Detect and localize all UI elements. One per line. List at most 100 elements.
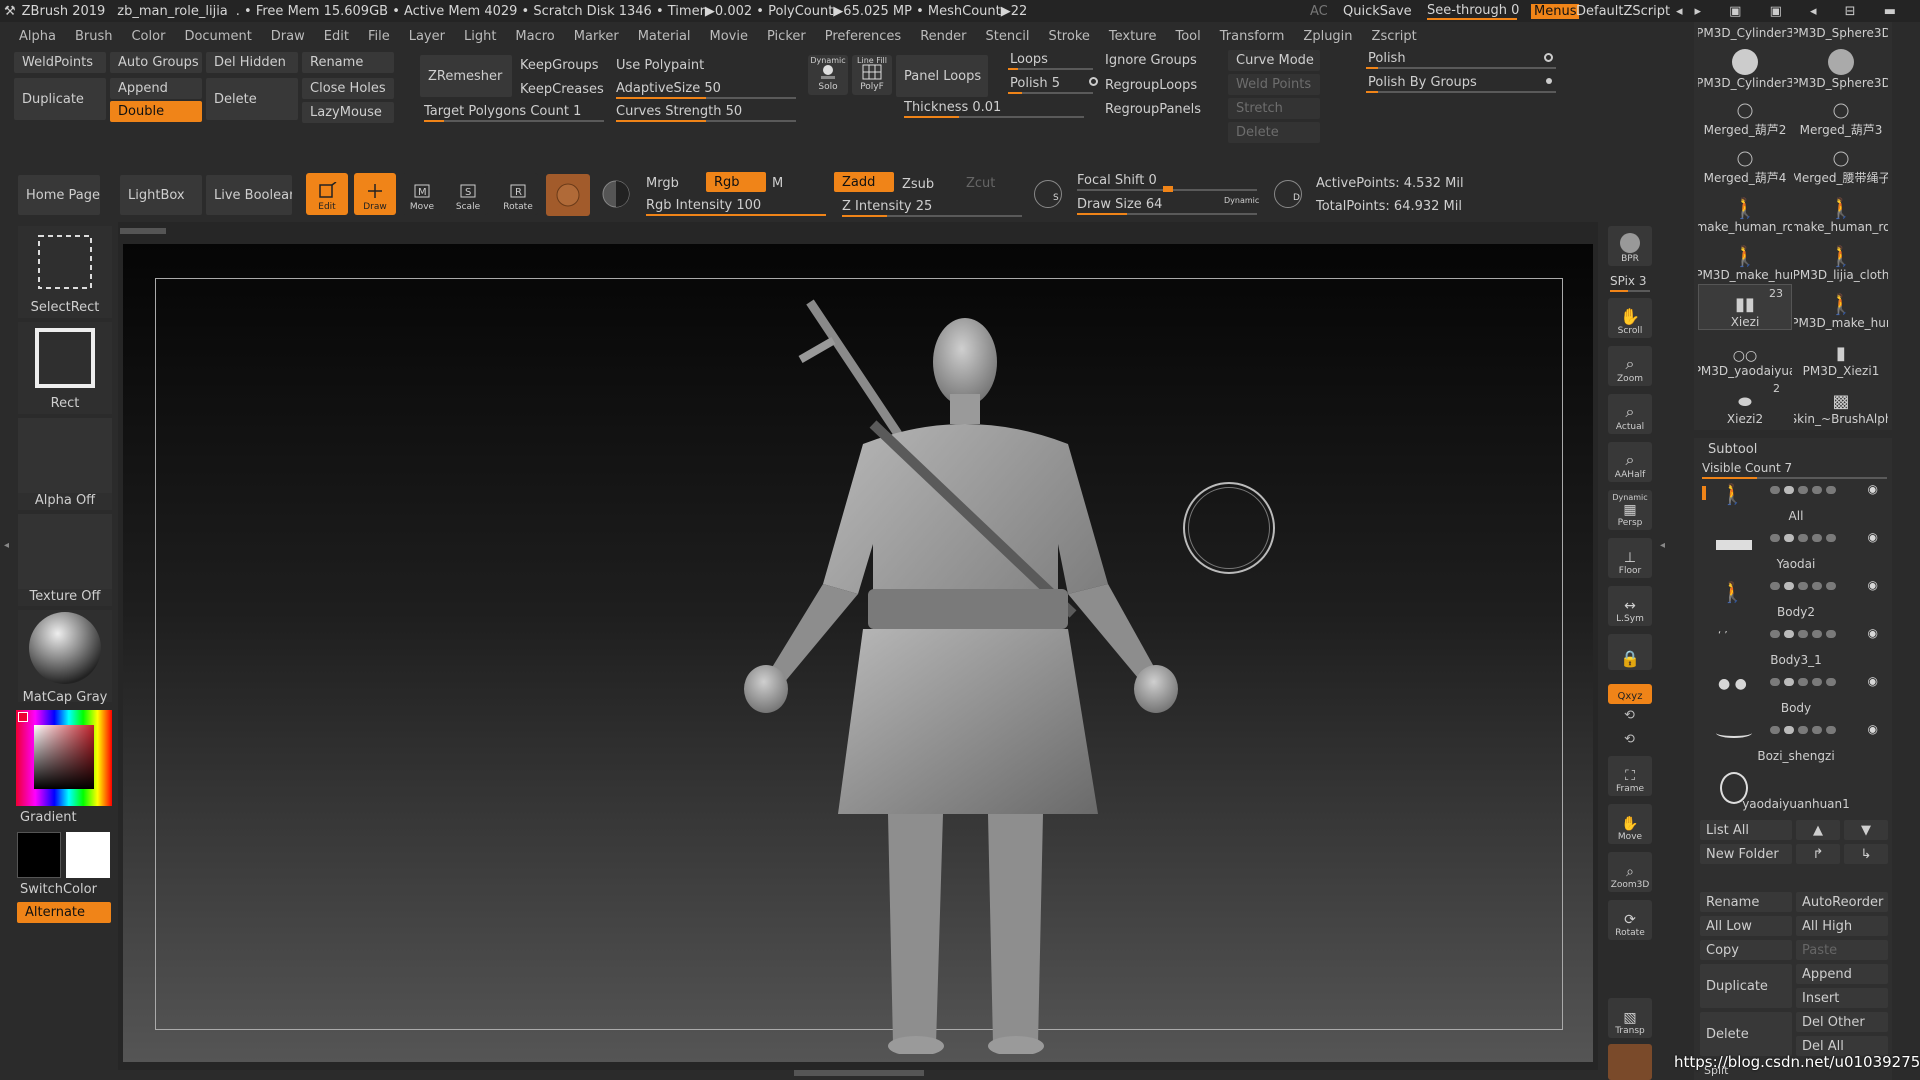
move-up-button[interactable]: ▲ — [1796, 820, 1840, 840]
menu-stencil[interactable]: Stencil — [985, 29, 1029, 44]
alternate-button[interactable]: Alternate — [17, 902, 111, 923]
zremesher-button[interactable]: ZRemesher — [420, 55, 512, 97]
move-view-button[interactable]: ✋ Move — [1608, 804, 1652, 844]
eye-icon[interactable]: ◉ — [1868, 530, 1878, 544]
tool-thumb-pm3d-make-human-b[interactable]: 🚶 PM3D_make_hur — [1794, 284, 1888, 330]
live-boolean-button[interactable]: Live Boolean — [206, 175, 292, 215]
menu-tool[interactable]: Tool — [1175, 29, 1200, 44]
rect-tile[interactable]: Rect — [18, 322, 112, 414]
regroup-loops-toggle[interactable]: RegroupLoops — [1105, 78, 1197, 93]
tool-thumb-make-human-a[interactable]: 🚶 make_human_ro — [1698, 188, 1792, 234]
color-picker[interactable] — [16, 710, 112, 806]
subtool-toggles[interactable] — [1770, 486, 1836, 494]
draw-size-track[interactable] — [1077, 213, 1257, 215]
autoreorder-button[interactable]: AutoReorder — [1796, 892, 1888, 912]
menu-document[interactable]: Document — [184, 29, 251, 44]
close-holes-button[interactable]: Close Holes — [302, 78, 394, 99]
subtool-append-button[interactable]: Append — [1796, 964, 1888, 984]
lightbox-button[interactable]: LightBox — [120, 175, 202, 215]
menu-texture[interactable]: Texture — [1109, 29, 1157, 44]
subtool-row-all[interactable]: 🚶 ◉ All — [1700, 482, 1892, 530]
tool-thumb-make-human-b[interactable]: 🚶 make_human_ro — [1794, 188, 1888, 234]
window-controls[interactable]: ◂▸ ▣ ▣ ◂ ⊟ ▬ ▢ ✕ — [1676, 4, 1920, 19]
new-folder-button[interactable]: New Folder — [1700, 844, 1792, 864]
gradient-label[interactable]: Gradient — [20, 810, 77, 825]
adaptive-size-track[interactable] — [616, 97, 796, 99]
zoom-button[interactable]: ⌕ Zoom — [1608, 346, 1652, 386]
list-all-button[interactable]: List All — [1700, 820, 1792, 840]
paste-button[interactable]: Paste — [1796, 940, 1888, 960]
thickness-slider[interactable]: Thickness 0.01 — [904, 100, 1001, 115]
menu-file[interactable]: File — [368, 29, 390, 44]
curves-strength-slider[interactable]: Curves Strength 50 — [616, 104, 742, 119]
bottom-tray-arrow-icon[interactable] — [794, 1070, 924, 1076]
subtool-row-yaodai[interactable]: ◉ Yaodai — [1700, 530, 1892, 578]
menu-layer[interactable]: Layer — [409, 29, 445, 44]
menu-render[interactable]: Render — [920, 29, 966, 44]
curve-mode-button[interactable]: Curve Mode — [1228, 50, 1320, 71]
subtool-title[interactable]: Subtool — [1708, 442, 1757, 457]
menu-light[interactable]: Light — [464, 29, 496, 44]
tool-thumb-merged-3[interactable]: Merged_葫芦3 — [1794, 92, 1888, 138]
zcut-toggle[interactable]: Zcut — [966, 176, 995, 191]
subtool-delete-button[interactable]: Delete — [1700, 1012, 1792, 1056]
eye-icon[interactable]: ◉ — [1868, 482, 1878, 496]
tool-thumb-sphere3d-b[interactable]: PM3D_Sphere3D — [1794, 44, 1888, 90]
polish-radio-icon[interactable] — [1089, 77, 1098, 86]
z-intensity-slider[interactable]: Z Intensity 25 — [842, 199, 932, 214]
subtool-duplicate-button[interactable]: Duplicate — [1700, 964, 1792, 1008]
right-tray-arrow-icon[interactable]: ◂ — [1660, 540, 1665, 551]
panel-loops-button[interactable]: Panel Loops — [896, 55, 988, 97]
tool-thumb-merged-2[interactable]: Merged_葫芦2 — [1698, 92, 1792, 138]
selectrect-tile[interactable]: SelectRect — [18, 226, 112, 318]
menu-preferences[interactable]: Preferences — [825, 29, 901, 44]
tool-thumb-xiezi[interactable]: ▮▮ Xiezi 23 — [1698, 284, 1792, 330]
matcap-tile[interactable]: MatCap Gray — [18, 610, 112, 705]
folder-move-up-button[interactable]: ↱ — [1796, 844, 1840, 864]
lock-button[interactable]: 🔒 — [1608, 634, 1652, 670]
ignore-groups-toggle[interactable]: Ignore Groups — [1105, 53, 1197, 68]
tool-thumb-skin-brushalpha[interactable]: ▩ Skin_~BrushAlph — [1794, 380, 1888, 426]
xyz-button[interactable]: Qxyz — [1608, 684, 1652, 704]
edit-button[interactable]: Edit — [306, 173, 348, 215]
scale-button[interactable]: S Scale — [448, 173, 488, 215]
subtool-toggles[interactable] — [1770, 678, 1836, 686]
rotate-y-icon[interactable]: ⟲ — [1624, 708, 1635, 723]
eye-icon[interactable]: ◉ — [1868, 674, 1878, 688]
menu-zscript[interactable]: Zscript — [1372, 29, 1417, 44]
menu-alpha[interactable]: Alpha — [19, 29, 56, 44]
actual-button[interactable]: ⌕ Actual — [1608, 394, 1652, 434]
polish-toggle-track[interactable] — [1366, 67, 1556, 69]
scroll-button[interactable]: ✋ Scroll — [1608, 298, 1652, 338]
see-through-slider[interactable]: See-through 0 — [1427, 3, 1519, 20]
character-model[interactable] — [688, 284, 1258, 1054]
menu-draw[interactable]: Draw — [271, 29, 305, 44]
del-hidden-button[interactable]: Del Hidden — [206, 52, 298, 73]
ac-label[interactable]: AC — [1310, 4, 1328, 19]
left-tray-arrow-icon[interactable]: ◂ — [4, 540, 10, 556]
rotate-view-button[interactable]: ⟳ Rotate — [1608, 900, 1652, 940]
rename-button[interactable]: Rename — [302, 52, 394, 73]
menu-edit[interactable]: Edit — [324, 29, 349, 44]
home-page-button[interactable]: Home Page — [18, 175, 100, 215]
menu-macro[interactable]: Macro — [515, 29, 554, 44]
tool-thumb-xiezi1[interactable]: ▮ PM3D_Xiezi1 — [1794, 332, 1888, 378]
polish-dot-icon[interactable] — [1544, 53, 1553, 62]
subtool-row-body3-1[interactable]: ‘ ’ ◉ Body3_1 — [1700, 626, 1892, 674]
menus-button[interactable]: Menus — [1531, 3, 1580, 19]
menu-zplugin[interactable]: Zplugin — [1303, 29, 1352, 44]
menu-movie[interactable]: Movie — [710, 29, 748, 44]
default-zscript-button[interactable]: DefaultZScript — [1576, 4, 1670, 19]
zsub-toggle[interactable]: Zsub — [902, 177, 934, 192]
subtool-toggles[interactable] — [1770, 630, 1836, 638]
keepcreases-toggle[interactable]: KeepCreases — [520, 82, 604, 97]
alpha-tile[interactable]: Alpha Off — [18, 418, 112, 510]
rotate-button[interactable]: R Rotate — [498, 173, 538, 215]
menu-brush[interactable]: Brush — [75, 29, 113, 44]
visible-count-track[interactable] — [1702, 477, 1887, 479]
document-background[interactable] — [123, 244, 1593, 1062]
tool-thumb-sphere3d-a[interactable]: PM3D_Sphere3D — [1794, 22, 1888, 40]
target-polygons-track[interactable] — [424, 120, 604, 122]
append-button[interactable]: Append — [110, 78, 202, 99]
focal-shift-slider[interactable]: Focal Shift 0 — [1077, 173, 1157, 188]
